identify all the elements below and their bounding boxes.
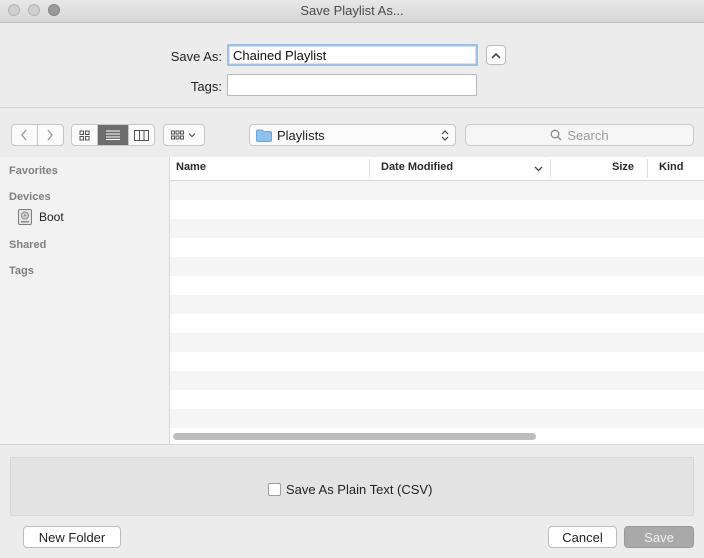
arrange-menu-button[interactable] <box>163 124 205 146</box>
list-row <box>170 390 704 409</box>
sidebar-heading-tags: Tags <box>9 265 34 277</box>
search-placeholder: Search <box>567 127 609 143</box>
back-button[interactable] <box>12 125 38 145</box>
list-row <box>170 409 704 428</box>
plain-text-label: Save As Plain Text (CSV) <box>286 482 433 497</box>
disk-icon <box>18 209 32 225</box>
list-row <box>170 276 704 295</box>
browser-toolbar: Playlists Search <box>0 107 704 158</box>
save-as-label: Save As: <box>170 49 222 64</box>
column-divider[interactable] <box>550 159 551 178</box>
location-label: Playlists <box>277 127 325 143</box>
title-bar: Save Playlist As... <box>0 0 704 23</box>
file-list[interactable]: Name Date Modified Size Kind <box>170 157 704 444</box>
icon-view-button[interactable] <box>72 125 99 145</box>
sidebar-item-boot[interactable]: Boot <box>17 209 64 225</box>
search-icon <box>550 129 562 141</box>
folder-icon <box>256 129 272 142</box>
search-field[interactable]: Search <box>465 124 694 146</box>
window-title: Save Playlist As... <box>300 3 404 18</box>
list-row <box>170 371 704 390</box>
icon-view-icon <box>79 130 90 140</box>
sidebar: Favorites Devices Boot Shared Tags <box>0 157 170 444</box>
column-date-modified[interactable]: Date Modified <box>381 161 453 173</box>
view-mode-control <box>71 124 155 146</box>
list-row <box>170 181 704 200</box>
list-view-icon <box>105 130 120 140</box>
save-button[interactable]: Save <box>624 526 694 548</box>
column-divider[interactable] <box>369 159 370 178</box>
save-as-input[interactable] <box>227 44 478 66</box>
list-view-button[interactable] <box>98 125 129 145</box>
file-rows <box>170 181 704 428</box>
sidebar-heading-devices: Devices <box>9 191 51 203</box>
list-row <box>170 295 704 314</box>
save-form: Save As: Tags: <box>0 23 704 107</box>
column-kind[interactable]: Kind <box>659 161 683 173</box>
list-row <box>170 352 704 371</box>
list-row <box>170 257 704 276</box>
collapse-dialog-button[interactable] <box>486 45 506 65</box>
plain-text-option[interactable]: Save As Plain Text (CSV) <box>268 482 432 497</box>
column-header: Name Date Modified Size Kind <box>170 157 704 181</box>
cancel-button[interactable]: Cancel <box>548 526 617 548</box>
sidebar-item-label: Boot <box>39 210 64 224</box>
forward-button[interactable] <box>38 125 63 145</box>
accessory-panel: Save As Plain Text (CSV) <box>10 457 694 516</box>
arrange-icon <box>171 130 196 140</box>
horizontal-scrollbar[interactable] <box>173 433 536 440</box>
column-size[interactable]: Size <box>612 161 634 173</box>
column-view-button[interactable] <box>129 125 154 145</box>
chevron-right-icon <box>47 129 54 141</box>
chevron-up-icon <box>491 52 501 59</box>
list-row <box>170 238 704 257</box>
column-divider[interactable] <box>647 159 648 178</box>
plain-text-checkbox[interactable] <box>268 483 281 496</box>
list-row <box>170 333 704 352</box>
sort-descending-icon <box>534 166 543 172</box>
new-folder-button[interactable]: New Folder <box>23 526 121 548</box>
list-row <box>170 219 704 238</box>
updown-chevron-icon <box>441 130 449 141</box>
column-view-icon <box>133 129 149 141</box>
sidebar-heading-favorites: Favorites <box>9 165 58 177</box>
list-row <box>170 314 704 333</box>
arrange-cell <box>164 125 204 145</box>
back-forward-control <box>11 124 64 146</box>
tags-label: Tags: <box>190 79 222 94</box>
tags-input[interactable] <box>227 74 477 96</box>
column-name[interactable]: Name <box>176 161 206 173</box>
dialog-footer: Save As Plain Text (CSV) New Folder Canc… <box>0 444 704 558</box>
sidebar-heading-shared: Shared <box>9 239 47 251</box>
location-popup[interactable]: Playlists <box>249 124 456 146</box>
list-row <box>170 200 704 219</box>
chevron-left-icon <box>21 129 27 141</box>
